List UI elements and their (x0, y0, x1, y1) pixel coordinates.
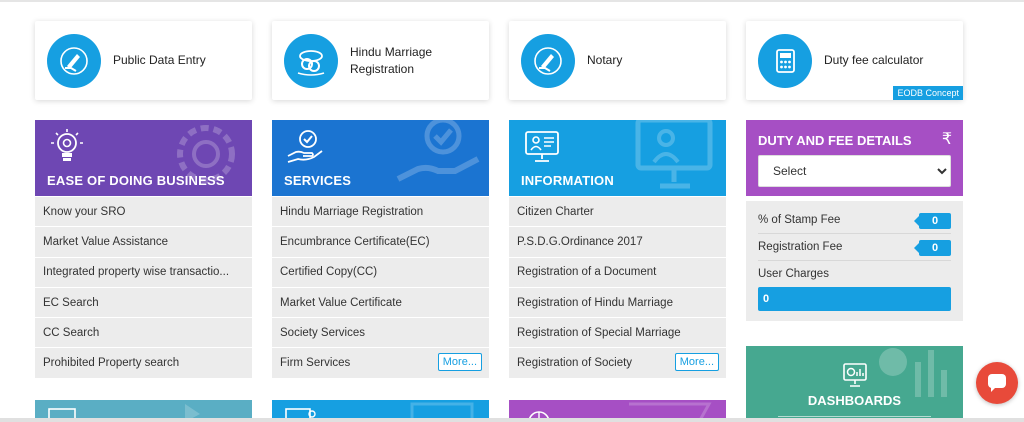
stamp-fee-value: 0 (914, 213, 951, 229)
stamp-fee-row: % of Stamp Fee 0 (758, 207, 951, 234)
list-item[interactable]: Know your SRO (35, 196, 252, 227)
list-item[interactable]: Certified Copy(CC) (272, 256, 489, 287)
list-item[interactable]: Citizen Charter (509, 196, 726, 227)
chat-button[interactable] (976, 362, 1018, 404)
chat-icon (988, 374, 1006, 392)
list-item[interactable]: Registration of Hindu Marriage (509, 286, 726, 318)
duty-select[interactable]: Select (758, 155, 951, 187)
stamp-fee-label: % of Stamp Fee (758, 214, 841, 226)
panel-title: EASE OF DOING BUSINESS (47, 173, 225, 188)
panel-list: Know your SRO Market Value Assistance In… (35, 196, 252, 378)
list-item[interactable]: Registration of Society More... (509, 347, 726, 378)
presentation-watermark-icon (630, 120, 720, 196)
top-divider (0, 0, 1024, 2)
panel-ease-of-doing-business: EASE OF DOING BUSINESS Know your SRO Mar… (35, 120, 252, 378)
panel-list: Citizen Charter P.S.D.G.Ordinance 2017 R… (509, 196, 726, 378)
list-item-label: Firm Services (280, 357, 351, 370)
list-item[interactable]: Encumbrance Certificate(EC) (272, 226, 489, 257)
panel-header[interactable]: SERVICES (272, 120, 489, 196)
panel-header[interactable]: EASE OF DOING BUSINESS (35, 120, 252, 196)
list-item[interactable]: Integrated property wise transactio... (35, 256, 252, 287)
bottom-divider (0, 418, 1024, 422)
lightbulb-gear-icon (49, 128, 85, 171)
user-charges-value: 0 (758, 287, 951, 311)
panel-title: INFORMATION (521, 173, 614, 188)
registration-fee-row: Registration Fee 0 (758, 234, 951, 261)
card-label: Hindu Marriage Registration (350, 44, 433, 76)
list-item[interactable]: Prohibited Property search (35, 347, 252, 378)
rupee-icon: ₹ (941, 131, 952, 148)
duty-fee-header: DUTY AND FEE DETAILS ₹ Select (746, 120, 963, 196)
list-item[interactable]: Firm Services More... (272, 347, 489, 378)
card-label: Duty fee calculator (824, 53, 924, 67)
eodb-concept-badge: EODB Concept (893, 86, 963, 100)
list-item-label: Registration of Society (517, 357, 633, 370)
card-public-data-entry[interactable]: Public Data Entry (35, 21, 252, 100)
list-item[interactable]: P.S.D.G.Ordinance 2017 (509, 226, 726, 257)
list-item[interactable]: Registration of Special Marriage (509, 317, 726, 348)
hand-check-icon (286, 128, 326, 171)
list-item[interactable]: Market Value Assistance (35, 226, 252, 257)
registration-fee-value: 0 (914, 240, 951, 256)
duty-fee-body: % of Stamp Fee 0 Registration Fee 0 User… (746, 201, 963, 321)
card-duty-fee-calculator[interactable]: Duty fee calculator EODB Concept (746, 21, 963, 100)
dashboards-divider (778, 416, 931, 417)
list-item[interactable]: Society Services (272, 317, 489, 348)
edit-hand-icon (47, 33, 101, 88)
panel-header[interactable]: INFORMATION (509, 120, 726, 196)
more-button[interactable]: More... (437, 353, 482, 372)
list-item[interactable]: Market Value Certificate (272, 286, 489, 318)
card-notary[interactable]: Notary (509, 21, 726, 100)
wedding-rings-icon (284, 33, 338, 88)
panel-title: SERVICES (284, 173, 352, 188)
list-item[interactable]: Hindu Marriage Registration (272, 196, 489, 227)
card-hindu-marriage-registration[interactable]: Hindu Marriage Registration (272, 21, 489, 100)
card-label: Notary (587, 53, 623, 67)
list-item[interactable]: CC Search (35, 317, 252, 348)
panel-information: INFORMATION Citizen Charter P.S.D.G.Ordi… (509, 120, 726, 378)
more-button[interactable]: More... (674, 353, 719, 372)
user-charges-label: User Charges (758, 268, 829, 280)
list-item[interactable]: Registration of a Document (509, 256, 726, 287)
presentation-icon (523, 128, 561, 171)
list-item[interactable]: EC Search (35, 286, 252, 318)
duty-fee-panel: DUTY AND FEE DETAILS ₹ Select % of Stamp… (746, 120, 963, 321)
panel-dashboards[interactable]: DASHBOARDS (746, 346, 963, 422)
panel-list: Hindu Marriage Registration Encumbrance … (272, 196, 489, 378)
registration-fee-label: Registration Fee (758, 241, 843, 253)
panel-services: SERVICES Hindu Marriage Registration Enc… (272, 120, 489, 378)
edit-hand-icon (521, 33, 575, 88)
dashboards-title: DASHBOARDS (807, 393, 902, 408)
card-label: Public Data Entry (113, 53, 206, 67)
hand-check-watermark-icon (393, 120, 483, 196)
duty-fee-title: DUTY AND FEE DETAILS (758, 133, 912, 148)
calculator-icon (758, 33, 812, 88)
